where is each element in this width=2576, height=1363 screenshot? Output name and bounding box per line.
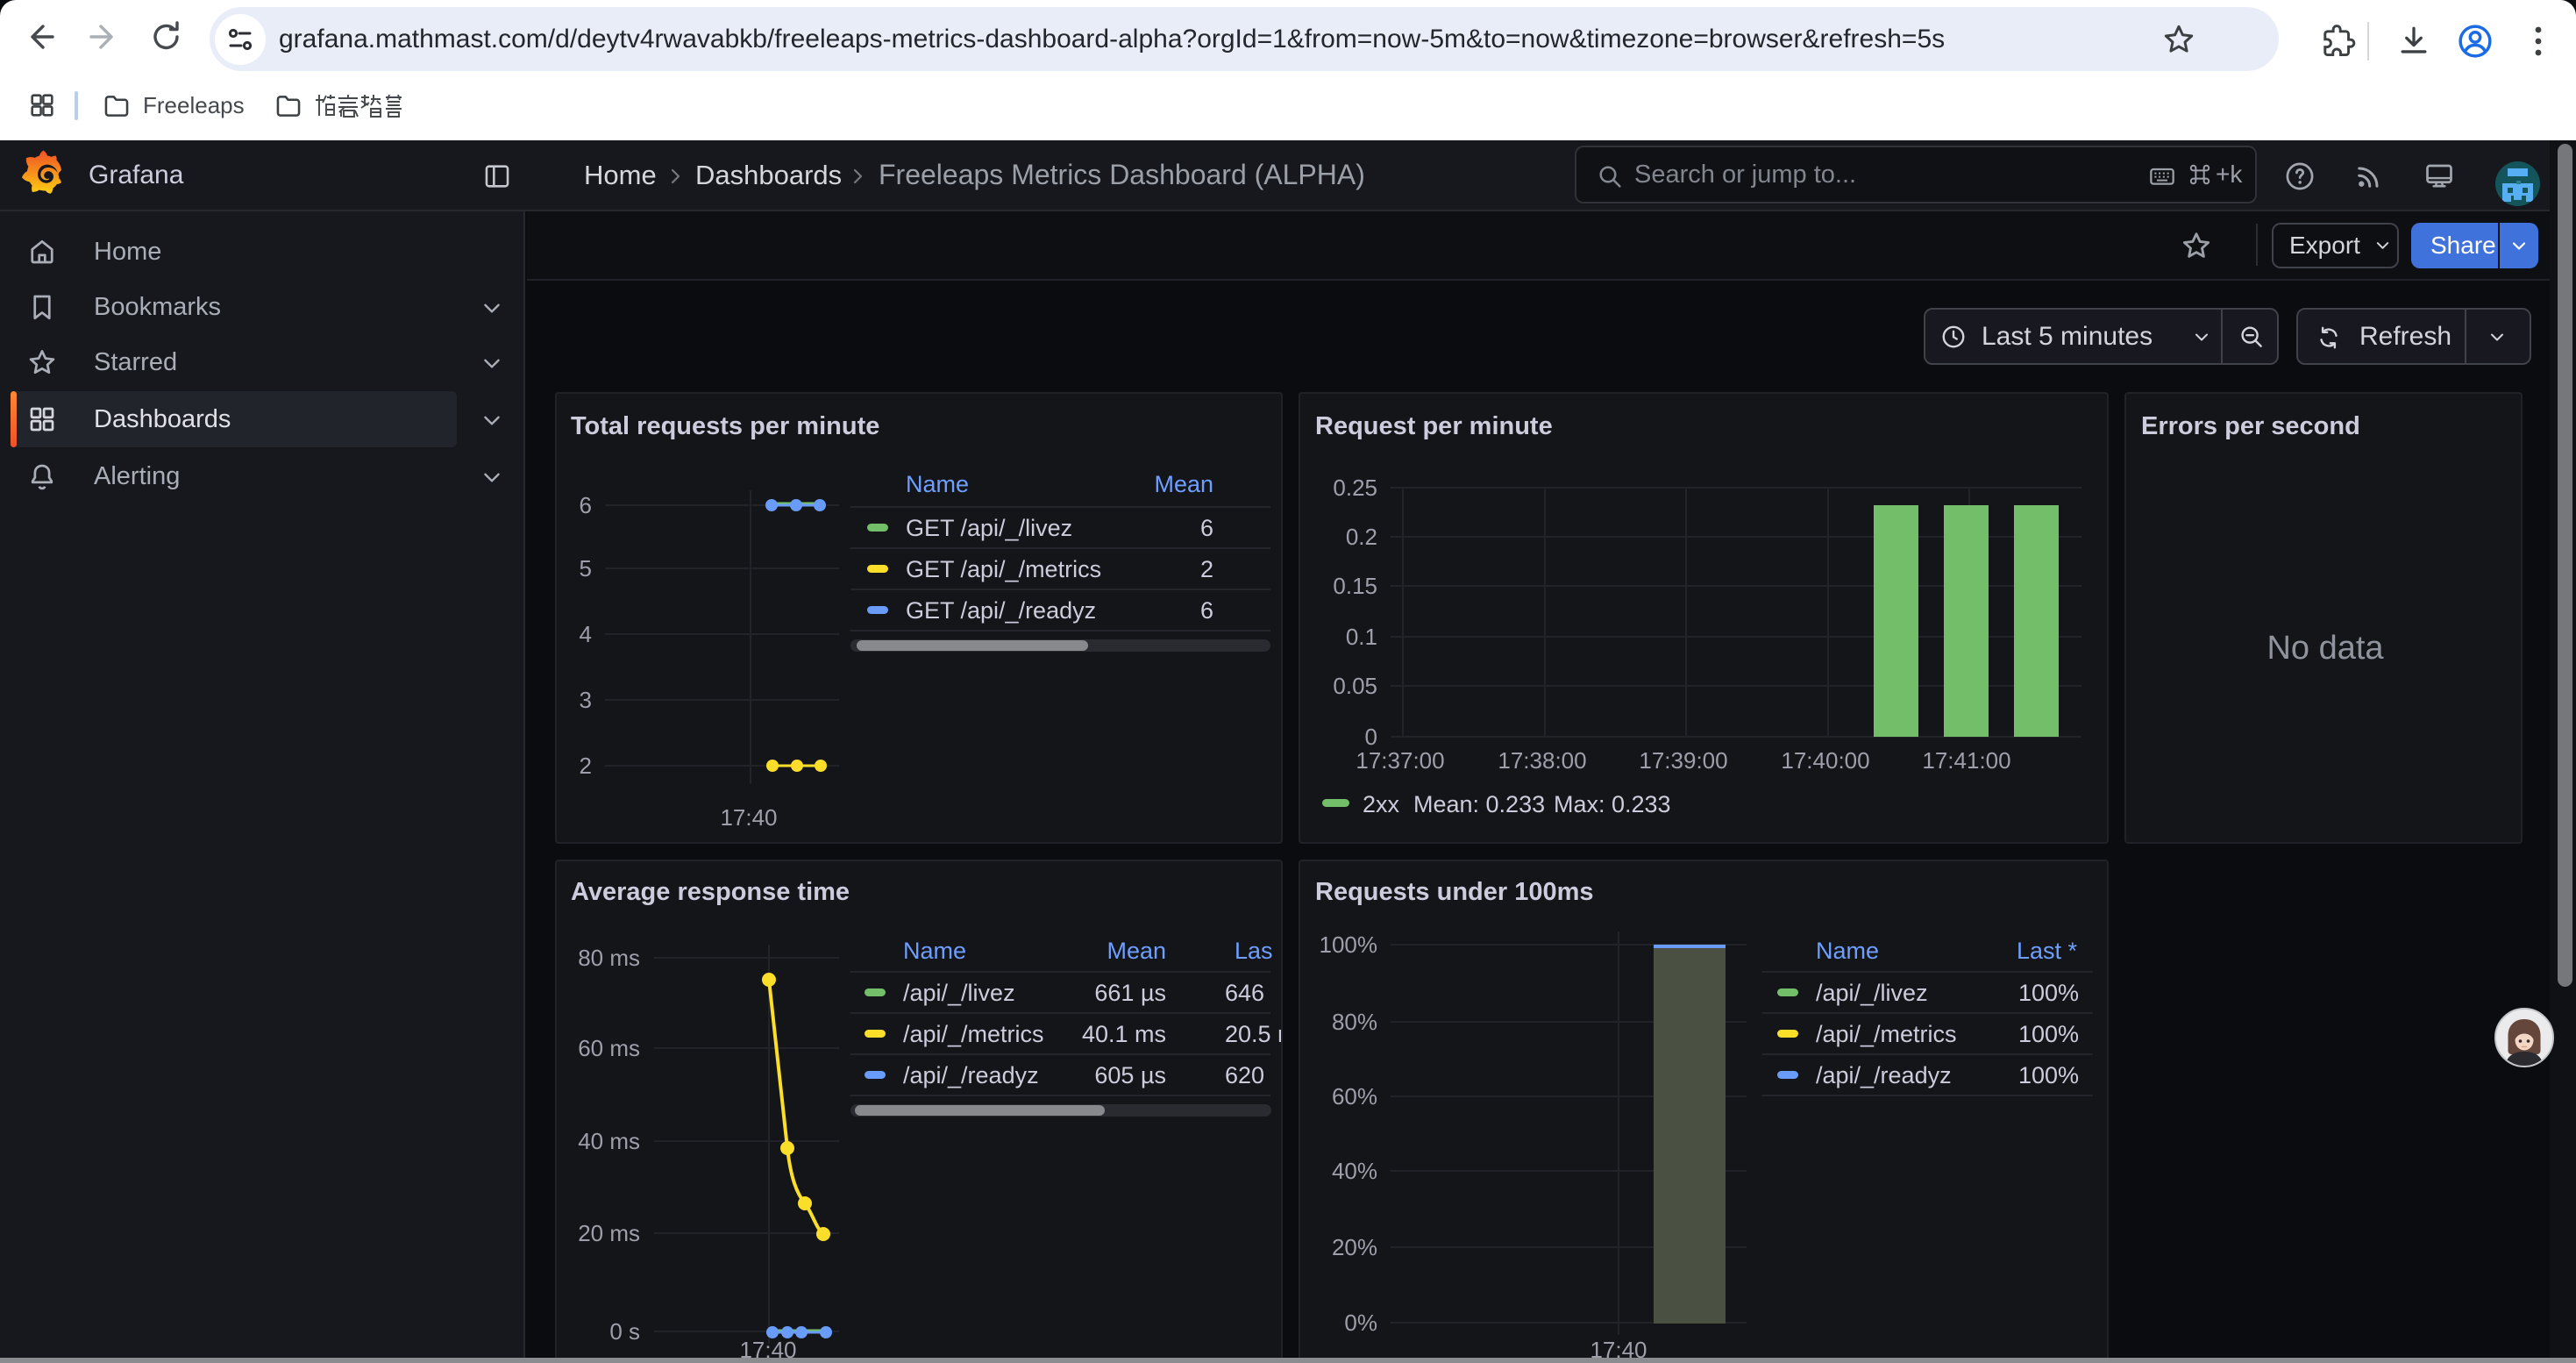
svg-text:100%: 100% bbox=[2018, 1062, 2079, 1088]
svg-text:17:38:00: 17:38:00 bbox=[1498, 747, 1586, 774]
svg-text:GET /api/_/livez: GET /api/_/livez bbox=[906, 515, 1072, 541]
svg-text:Mean: Mean bbox=[1154, 471, 1213, 497]
svg-text:Mean: Mean bbox=[1107, 938, 1166, 964]
svg-text:20 ms: 20 ms bbox=[578, 1220, 640, 1246]
svg-text:40.1 ms: 40.1 ms bbox=[1082, 1021, 1166, 1047]
svg-text:0.25: 0.25 bbox=[1333, 475, 1377, 501]
svg-text:/api/_/readyz: /api/_/readyz bbox=[903, 1062, 1039, 1088]
svg-text:17:39:00: 17:39:00 bbox=[1639, 747, 1727, 774]
svg-text:GET /api/_/metrics: GET /api/_/metrics bbox=[906, 556, 1101, 582]
svg-text:80 ms: 80 ms bbox=[578, 945, 640, 971]
svg-text:Errors per second: Errors per second bbox=[2141, 412, 2360, 440]
svg-text:100%: 100% bbox=[2018, 980, 2079, 1006]
svg-text:60%: 60% bbox=[1332, 1083, 1377, 1110]
svg-text:0 s: 0 s bbox=[609, 1318, 640, 1345]
svg-text:17:40:00: 17:40:00 bbox=[1781, 747, 1869, 774]
svg-text:/api/_/livez: /api/_/livez bbox=[903, 980, 1015, 1006]
svg-text:Request per minute: Request per minute bbox=[1315, 412, 1553, 440]
svg-text:100%: 100% bbox=[2018, 1021, 2079, 1047]
svg-text:0%: 0% bbox=[1344, 1309, 1377, 1336]
svg-text:20%: 20% bbox=[1332, 1234, 1377, 1260]
svg-text:2: 2 bbox=[1200, 556, 1213, 582]
svg-text:/api/_/metrics: /api/_/metrics bbox=[903, 1021, 1044, 1047]
svg-text:/api/_/metrics: /api/_/metrics bbox=[1816, 1021, 1957, 1047]
svg-text:Las: Las bbox=[1235, 938, 1273, 964]
svg-text:17:40: 17:40 bbox=[739, 1337, 796, 1359]
svg-text:/api/_/readyz: /api/_/readyz bbox=[1816, 1062, 1952, 1088]
svg-text:Mean: 0.233: Mean: 0.233 bbox=[1413, 791, 1545, 817]
svg-text:40%: 40% bbox=[1332, 1158, 1377, 1184]
svg-text:Name: Name bbox=[903, 938, 966, 964]
svg-text:2xx: 2xx bbox=[1363, 791, 1400, 817]
svg-text:40 ms: 40 ms bbox=[578, 1128, 640, 1154]
svg-text:17:41:00: 17:41:00 bbox=[1922, 747, 2010, 774]
svg-text:0.05: 0.05 bbox=[1333, 673, 1377, 699]
svg-text:2: 2 bbox=[580, 753, 592, 779]
svg-text:Requests under 100ms: Requests under 100ms bbox=[1315, 878, 1594, 906]
svg-text:4: 4 bbox=[580, 621, 592, 647]
svg-text:5: 5 bbox=[580, 555, 592, 582]
svg-text:0.1: 0.1 bbox=[1346, 624, 1377, 650]
svg-text:100%: 100% bbox=[1320, 931, 1378, 958]
svg-text:0.2: 0.2 bbox=[1346, 524, 1377, 550]
svg-text:Last *: Last * bbox=[2017, 938, 2078, 964]
svg-text:0.15: 0.15 bbox=[1333, 573, 1377, 599]
svg-text:6: 6 bbox=[1200, 597, 1213, 624]
svg-text:17:37:00: 17:37:00 bbox=[1356, 747, 1444, 774]
svg-text:60 ms: 60 ms bbox=[578, 1035, 640, 1061]
svg-text:/api/_/livez: /api/_/livez bbox=[1816, 980, 1928, 1006]
svg-text:646: 646 bbox=[1225, 980, 1264, 1006]
svg-text:620: 620 bbox=[1225, 1062, 1264, 1088]
svg-text:Name: Name bbox=[906, 471, 969, 497]
svg-text:Max: 0.233: Max: 0.233 bbox=[1554, 791, 1671, 817]
svg-text:6: 6 bbox=[580, 492, 592, 518]
svg-text:17:40: 17:40 bbox=[1590, 1337, 1647, 1359]
svg-text:17:40: 17:40 bbox=[720, 804, 777, 831]
svg-text:661 µs: 661 µs bbox=[1094, 980, 1166, 1006]
svg-text:Total requests per minute: Total requests per minute bbox=[571, 412, 879, 440]
svg-text:80%: 80% bbox=[1332, 1009, 1377, 1035]
svg-text:6: 6 bbox=[1200, 515, 1213, 541]
svg-text:605 µs: 605 µs bbox=[1094, 1062, 1166, 1088]
svg-text:20.5 m: 20.5 m bbox=[1225, 1021, 1281, 1047]
svg-text:0: 0 bbox=[1365, 724, 1377, 750]
svg-text:Average response time: Average response time bbox=[571, 878, 850, 906]
svg-text:3: 3 bbox=[580, 687, 592, 713]
svg-text:Name: Name bbox=[1816, 938, 1879, 964]
svg-text:GET /api/_/readyz: GET /api/_/readyz bbox=[906, 597, 1096, 624]
svg-text:No data: No data bbox=[2266, 630, 2384, 667]
